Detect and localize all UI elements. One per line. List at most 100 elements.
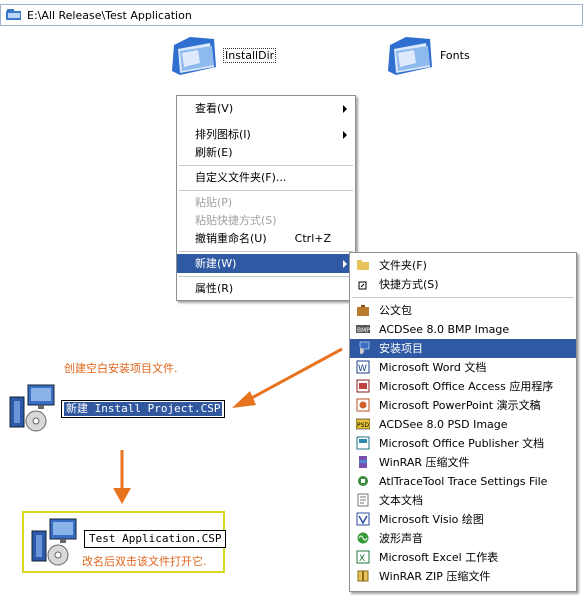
menu-item-undo-rename[interactable]: 撤销重命名(U) Ctrl+Z [177,229,355,248]
address-bar[interactable]: E:\All Release\Test Application [0,4,583,26]
rename-input[interactable]: 新建 Install Project.CSP [61,400,226,418]
folder-icon [388,37,432,75]
menu-separator [179,251,353,252]
folder-fonts[interactable]: Fonts [386,33,470,77]
submenu-item-psd[interactable]: PSD ACDSee 8.0 PSD Image [350,415,576,434]
menu-item-label: 自定义文件夹(F)... [195,171,287,184]
submenu-arrow-icon [343,105,347,113]
text-file-icon [357,493,369,507]
submenu-item-excel[interactable]: X Microsoft Excel 工作表 [350,548,576,567]
excel-icon: X [356,550,370,564]
installer-file-icon[interactable] [8,383,58,433]
submenu-item-label: WinRAR ZIP 压缩文件 [379,570,491,583]
visio-icon [356,512,370,526]
menu-item-label: 撤销重命名(U) [195,232,267,245]
submenu-item-access[interactable]: Microsoft Office Access 应用程序 [350,377,576,396]
new-submenu: 文件夹(F) 快捷方式(S) 公文包 BMP ACDSee 8.0 BMP Im… [349,252,577,592]
submenu-item-visio[interactable]: Microsoft Visio 绘图 [350,510,576,529]
svg-text:BMP: BMP [357,327,370,334]
address-path: E:\All Release\Test Application [27,8,192,22]
submenu-item-atltrace[interactable]: AtlTraceTool Trace Settings File [350,472,576,491]
file-name-rest: Install Project.CSP [88,402,221,415]
menu-item-paste[interactable]: 粘贴(P) [177,193,355,212]
menu-separator [179,165,353,166]
wave-icon [357,532,369,544]
menu-separator [352,297,574,298]
access-icon [356,379,370,393]
svg-text:W: W [358,364,367,374]
menu-item-label: 属性(R) [195,282,234,295]
submenu-item-zip[interactable]: WinRAR ZIP 压缩文件 [350,567,576,586]
menu-item-view[interactable]: 查看(V) [177,99,355,118]
submenu-item-label: 快捷方式(S) [379,278,439,291]
submenu-item-label: WinRAR 压缩文件 [379,456,470,469]
powerpoint-icon [356,398,370,412]
submenu-item-shortcut[interactable]: 快捷方式(S) [350,275,576,294]
submenu-item-label: Microsoft PowerPoint 演示文稿 [379,399,541,412]
submenu-item-label: AtlTraceTool Trace Settings File [379,475,548,488]
file-name-prefix: 新建 [66,402,88,415]
submenu-item-label: 文件夹(F) [379,259,427,272]
folder-path-icon [6,9,21,20]
menu-separator [179,190,353,191]
folder-label: Fonts [440,48,470,62]
arrow-to-new-file-icon [232,347,343,408]
submenu-item-label: 公文包 [379,304,412,317]
publisher-icon [356,436,370,450]
submenu-item-word[interactable]: W Microsoft Word 文档 [350,358,576,377]
bmp-icon: BMP [356,325,370,334]
submenu-item-label: Microsoft Visio 绘图 [379,513,484,526]
zip-icon [357,570,369,582]
menu-item-refresh[interactable]: 刷新(E) [177,143,355,162]
psd-icon: PSD [356,418,370,430]
menu-separator [179,276,353,277]
installer-file-icon[interactable] [30,517,80,567]
submenu-arrow-icon [343,260,347,268]
menu-item-label: 查看(V) [195,102,234,115]
menu-item-new[interactable]: 新建(W) [177,254,355,273]
submenu-item-powerpoint[interactable]: Microsoft PowerPoint 演示文稿 [350,396,576,415]
menu-item-paste-shortcut[interactable]: 粘贴快捷方式(S) [177,211,355,230]
submenu-item-label: ACDSee 8.0 BMP Image [379,323,510,336]
submenu-item-publisher[interactable]: Microsoft Office Publisher 文档 [350,434,576,453]
submenu-item-briefcase[interactable]: 公文包 [350,301,576,320]
shortcut-icon [358,281,367,290]
svg-text:PSD: PSD [357,422,369,429]
winrar-icon [359,456,367,468]
submenu-item-label: 安装项目 [379,342,423,355]
folder-label: InstallDir [222,47,277,63]
menu-item-shortcut: Ctrl+Z [294,232,331,245]
submenu-item-install-project[interactable]: 安装项目 [350,339,576,358]
submenu-item-label: Microsoft Excel 工作表 [379,551,499,564]
briefcase-icon [357,305,369,316]
submenu-arrow-icon [343,131,347,139]
menu-item-customize-folder[interactable]: 自定义文件夹(F)... [177,168,355,187]
submenu-item-label: Microsoft Office Access 应用程序 [379,380,554,393]
menu-item-label: 刷新(E) [195,146,233,159]
rename-note: 改名后双击该文件打开它. [82,555,207,568]
renamed-file-name: Test Application.CSP [87,532,224,546]
renamed-file-input[interactable]: Test Application.CSP [84,530,227,548]
menu-item-label: 排列图标(I) [195,128,251,141]
submenu-item-folder[interactable]: 文件夹(F) [350,256,576,275]
submenu-item-wave[interactable]: 波形声音 [350,529,576,548]
context-menu: 查看(V) 排列图标(I) 刷新(E) 自定义文件夹(F)... 粘贴(P) 粘… [176,95,356,301]
menu-item-properties[interactable]: 属性(R) [177,279,355,298]
menu-item-label: 粘贴快捷方式(S) [195,214,277,227]
submenu-item-label: 波形声音 [379,532,423,545]
trace-icon [358,476,368,486]
menu-item-label: 粘贴(P) [195,196,233,209]
arrow-down-icon [113,450,131,504]
submenu-item-winrar[interactable]: WinRAR 压缩文件 [350,453,576,472]
submenu-item-text[interactable]: 文本文档 [350,491,576,510]
menu-item-arrange-icons[interactable]: 排列图标(I) [177,125,355,144]
folder-installdir[interactable]: InstallDir [170,33,277,77]
renamed-file-box: Test Application.CSP 改名后双击该文件打开它. [22,511,227,573]
submenu-item-label: Microsoft Word 文档 [379,361,487,374]
folder-icon [172,37,216,75]
submenu-item-label: ACDSee 8.0 PSD Image [379,418,508,431]
submenu-item-bmp[interactable]: BMP ACDSee 8.0 BMP Image [350,320,576,339]
word-icon: W [356,360,370,374]
submenu-item-label: 文本文档 [379,494,423,507]
folder-icon [357,260,369,270]
